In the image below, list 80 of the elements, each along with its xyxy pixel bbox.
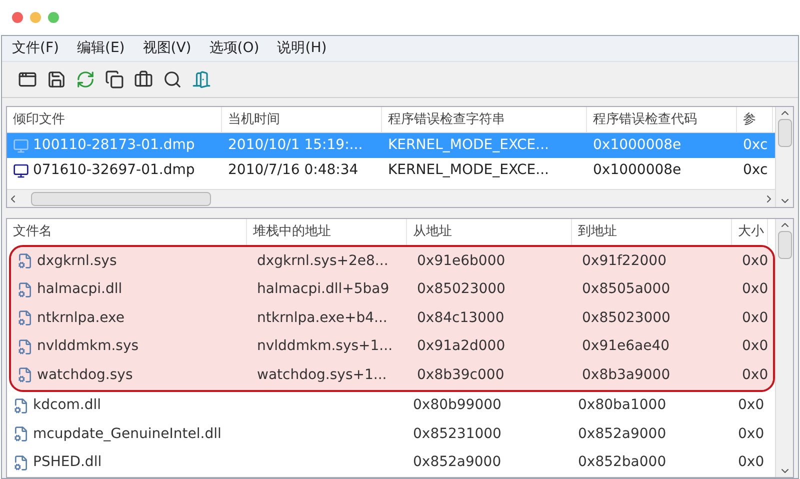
table-cell-text: 0x1000008e	[593, 136, 682, 155]
table-cell-text: KERNEL_MODE_EXCE...	[388, 161, 549, 180]
file-icon	[17, 282, 33, 298]
table-cell-text: 0x0	[742, 280, 768, 300]
table-cell-text: watchdog.sys+1...	[257, 366, 387, 385]
table-cell-text: 100110-28173-01.dmp	[33, 136, 195, 155]
table-cell-text: dxgkrnl.sys+2e8...	[257, 252, 388, 271]
table-cell-text: PSHED.dll	[33, 453, 102, 472]
table-cell-text: 0x1000008e	[593, 161, 682, 180]
menu-item[interactable]: 文件(F)	[12, 38, 59, 59]
table-cell-text: nvlddmkm.sys+1...	[257, 337, 393, 356]
table-cell-text: 0x85023000	[417, 280, 506, 300]
monitor-icon	[13, 162, 29, 178]
table-cell-text: 0x91e6b000	[417, 252, 506, 271]
menu-item[interactable]: 编辑(E)	[76, 38, 125, 59]
table-cell-text: 0x852ba000	[578, 453, 666, 472]
table-cell-text: 071610-32697-01.dmp	[33, 161, 195, 180]
door-icon[interactable]	[192, 70, 211, 89]
briefcase-icon[interactable]	[134, 70, 153, 89]
table-cell-text: 0x0	[742, 366, 768, 385]
window-icon[interactable]	[18, 70, 37, 89]
refresh-icon[interactable]	[76, 70, 95, 89]
table-cell-text: 0x80ba1000	[578, 396, 666, 416]
vertical-scrollbar[interactable]	[775, 219, 793, 477]
file-icon	[13, 426, 29, 442]
table-cell-text: nvlddmkm.sys	[37, 337, 139, 356]
column-header[interactable]: 倾印文件	[7, 107, 222, 132]
table-cell-text: halmacpi.dll+5ba9	[257, 280, 390, 300]
table-cell-text: halmacpi.dll	[37, 280, 122, 300]
table-cell-text: 0x0	[738, 424, 764, 444]
table-cell-text: 0x0	[742, 337, 768, 356]
search-icon[interactable]	[163, 70, 182, 89]
table-cell-text: 0x91f22000	[582, 252, 666, 271]
table-cell-text: 0xc	[743, 161, 768, 180]
table-cell-text: 0x0	[738, 396, 764, 416]
table-cell-text: ntkrnlpa.exe+b4...	[257, 308, 388, 328]
table-cell-text: 2010/7/16 0:48:34	[228, 161, 358, 180]
table-cell-text: 0x91e6ae40	[582, 337, 670, 356]
table-cell-text: 0x852a9000	[413, 453, 502, 472]
file-icon	[17, 253, 33, 270]
table-cell-text: mcupdate_GenuineIntel.dll	[33, 424, 222, 444]
table-cell-text: 0x8505a000	[582, 280, 670, 300]
column-header[interactable]: 程序错误检查字符串	[382, 107, 587, 132]
table-cell-text: 0x85231000	[413, 424, 502, 444]
table-cell-text: 0x91a2d000	[417, 337, 506, 356]
table-cell-text: ntkrnlpa.exe	[37, 308, 124, 328]
table-cell-text: dxgkrnl.sys	[37, 252, 117, 271]
table-cell-text: 0x8b3a9000	[582, 366, 670, 385]
menu-item[interactable]: 视图(V)	[142, 38, 192, 59]
table-cell-text: 2010/10/1 15:19:...	[228, 136, 363, 155]
file-icon	[13, 398, 29, 414]
table-cell-text: 0x852a9000	[578, 424, 666, 444]
table-cell-text: 0x0	[738, 453, 764, 472]
file-icon	[17, 310, 33, 326]
column-header[interactable]: 程序错误检查代码	[587, 107, 737, 132]
table-cell-text: 0x85023000	[582, 308, 670, 328]
column-header[interactable]: 当机时间	[222, 107, 382, 132]
column-header[interactable]: 参	[737, 107, 773, 132]
table-cell-text: KERNEL_MODE_EXCE...	[388, 136, 549, 155]
table-cell-text: watchdog.sys	[37, 366, 133, 385]
table-cell-text: 0x8b39c000	[417, 366, 504, 385]
horizontal-scrollbar[interactable]	[7, 189, 775, 207]
scrollbar-thumb[interactable]	[778, 119, 792, 147]
file-icon	[13, 454, 29, 471]
scrollbar-thumb[interactable]	[778, 231, 792, 259]
table-cell-text: 0xc	[743, 136, 768, 155]
save-icon[interactable]	[47, 70, 66, 89]
file-icon	[17, 338, 33, 355]
table-cell-text: 0x0	[742, 252, 768, 271]
menu-item[interactable]: 选项(O)	[209, 38, 260, 59]
copy-icon[interactable]	[105, 70, 124, 89]
menu-item[interactable]: 说明(H)	[277, 38, 327, 59]
table-cell-text: 0x0	[742, 308, 768, 328]
scrollbar-thumb[interactable]	[31, 192, 211, 206]
table-cell-text: 0x80b99000	[413, 396, 502, 416]
table-cell-text: 0x84c13000	[417, 308, 504, 328]
table-cell-text: kdcom.dll	[33, 396, 102, 416]
vertical-scrollbar[interactable]	[775, 107, 793, 207]
monitor-icon	[13, 138, 29, 154]
file-icon	[17, 367, 33, 384]
